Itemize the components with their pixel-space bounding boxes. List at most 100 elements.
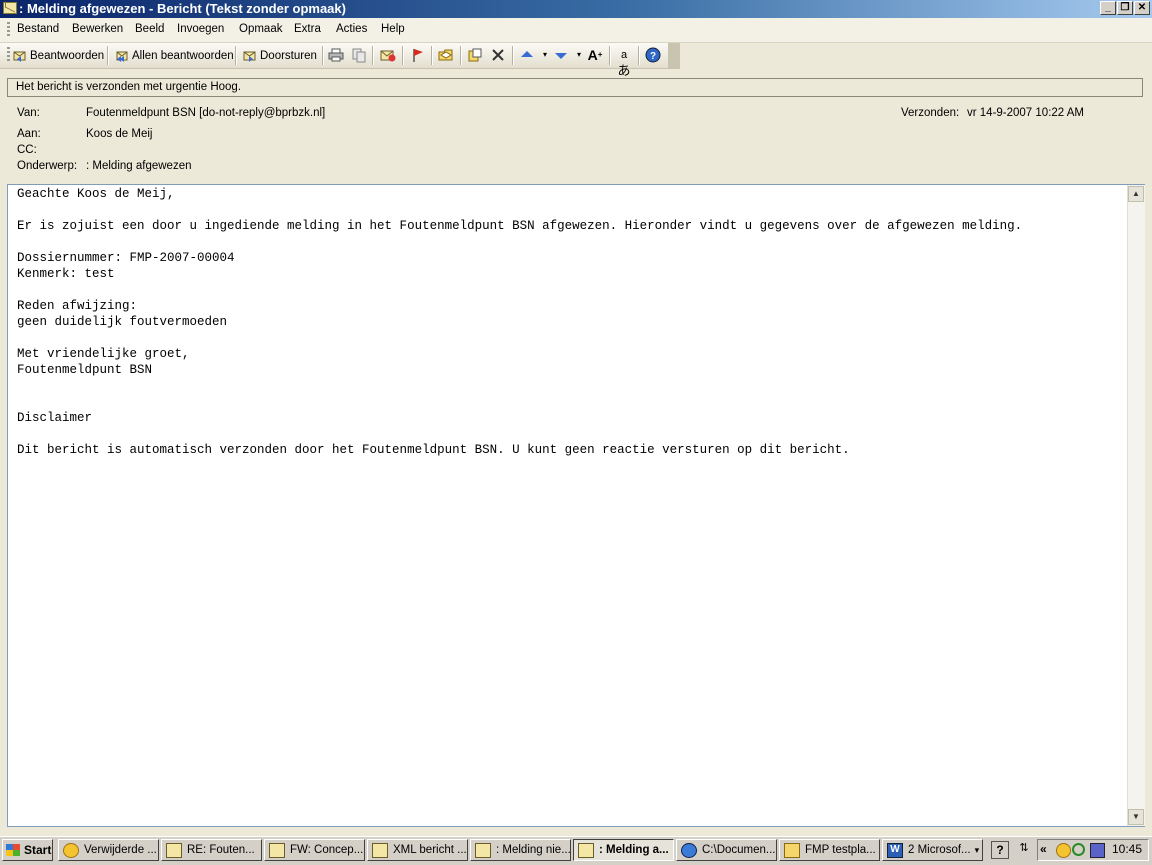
translate-icon[interactable]: aあ	[616, 47, 632, 78]
previous-dropdown-icon[interactable]: ▾	[537, 47, 553, 63]
menu-invoegen[interactable]: Invoegen	[177, 23, 224, 35]
reply-icon	[13, 49, 27, 63]
mark-unread-icon[interactable]	[380, 47, 396, 63]
restore-button[interactable]: ❐	[1117, 1, 1133, 15]
forward-label: Doorsturen	[260, 49, 317, 62]
scroll-up-icon[interactable]: ▲	[1128, 186, 1144, 202]
reply-label: Beantwoorden	[30, 49, 105, 62]
taskbar-item-active[interactable]: : Melding a...	[573, 839, 674, 861]
menu-help[interactable]: Help	[381, 23, 405, 35]
taskbar-item-label: FW: Concep...	[290, 844, 364, 856]
taskbar-item-label: RE: Fouten...	[187, 844, 255, 856]
toolbar-separator	[609, 46, 611, 65]
taskbar-item[interactable]: C:\Documen...	[676, 839, 777, 861]
internet-explorer-icon	[681, 842, 697, 858]
menu-extra[interactable]: Extra	[294, 23, 321, 35]
toolbar-separator	[322, 46, 324, 65]
taskbar-item[interactable]: RE: Fouten...	[161, 839, 262, 861]
svg-text:?: ?	[650, 51, 656, 62]
taskbar-item[interactable]: Verwijderde ...	[58, 839, 159, 861]
cc-label: CC:	[17, 144, 37, 156]
windows-logo-icon	[6, 844, 20, 856]
network-tray-icon[interactable]: ⇅	[1016, 841, 1032, 859]
message-body[interactable]: Geachte Koos de Meij, Er is zojuist een …	[17, 186, 1022, 458]
toolbar-separator	[372, 46, 374, 65]
taskbar-item-label: : Melding a...	[599, 844, 669, 856]
flag-icon[interactable]	[410, 47, 426, 63]
tray-reminder-icon[interactable]	[1056, 843, 1071, 858]
info-bar-text: Het bericht is verzonden met urgentie Ho…	[16, 81, 242, 93]
envelope-icon	[269, 842, 285, 858]
clock-icon	[63, 842, 79, 858]
toolbar-separator	[431, 46, 433, 65]
menu-beeld[interactable]: Beeld	[135, 23, 164, 35]
menu-bar	[0, 18, 1152, 43]
toolbar-grip[interactable]	[7, 47, 10, 63]
to-label: Aan:	[17, 128, 41, 140]
group-dropdown-icon: ▾	[974, 844, 980, 855]
help-tray-icon[interactable]: ?	[991, 841, 1009, 859]
from-value[interactable]: Foutenmeldpunt BSN [do-not-reply@bprbzk.…	[86, 107, 325, 119]
taskbar-item-label: C:\Documen...	[702, 844, 776, 856]
taskbar-item[interactable]: : Melding nie...	[470, 839, 571, 861]
scroll-down-icon[interactable]: ▼	[1128, 809, 1144, 825]
from-label: Van:	[17, 107, 40, 119]
envelope-icon	[3, 2, 17, 14]
move-icon[interactable]	[467, 47, 483, 63]
toolbar-separator	[460, 46, 462, 65]
next-item-icon[interactable]	[553, 47, 569, 63]
subject-value: : Melding afgewezen	[86, 160, 192, 172]
window-title: : Melding afgewezen - Bericht (Tekst zon…	[19, 1, 346, 16]
toolbar-separator	[638, 46, 640, 65]
sent-value: vr 14-9-2007 10:22 AM	[967, 107, 1084, 119]
close-button[interactable]: ✕	[1134, 1, 1150, 15]
toolbar-separator	[107, 46, 109, 65]
start-button[interactable]: Start	[2, 839, 53, 861]
taskbar-item[interactable]: FW: Concep...	[264, 839, 365, 861]
reply-button[interactable]: Beantwoorden	[13, 46, 104, 65]
menu-bewerken[interactable]: Bewerken	[72, 23, 123, 35]
copy-icon[interactable]	[351, 47, 367, 63]
to-value[interactable]: Koos de Meij	[86, 128, 152, 140]
reply-all-button[interactable]: Allen beantwoorden	[115, 46, 234, 65]
subject-label: Onderwerp:	[17, 160, 78, 172]
envelope-icon	[372, 842, 388, 858]
next-dropdown-icon[interactable]: ▾	[571, 47, 587, 63]
sent-label: Verzonden:	[901, 107, 960, 119]
menu-grip[interactable]	[7, 22, 10, 38]
forward-button[interactable]: Doorsturen	[243, 46, 317, 65]
toolbar-separator	[235, 46, 237, 65]
taskbar-item-label: Verwijderde ...	[84, 844, 157, 856]
help-icon[interactable]: ?	[645, 47, 661, 63]
print-icon[interactable]	[328, 47, 344, 63]
taskbar-item-label: 2 Microsof...	[908, 844, 971, 856]
folder-icon	[784, 842, 800, 858]
tray-shield-icon[interactable]	[1090, 843, 1105, 858]
clock: 10:45	[1112, 842, 1143, 856]
delete-icon[interactable]	[490, 47, 506, 63]
forward-icon	[243, 49, 257, 63]
taskbar-item[interactable]: XML bericht ...	[367, 839, 468, 861]
taskbar-item-label: FMP testpla...	[805, 844, 876, 856]
taskbar-item[interactable]: W 2 Microsof... ▾	[882, 839, 983, 861]
taskbar-item[interactable]: FMP testpla...	[779, 839, 880, 861]
toolbar-overflow-button[interactable]	[668, 43, 680, 68]
envelope-icon	[578, 842, 594, 858]
menu-bestand[interactable]: Bestand	[17, 23, 59, 35]
font-size-icon[interactable]: A+	[587, 47, 603, 63]
tray-search-icon[interactable]	[1072, 843, 1085, 856]
envelope-icon	[475, 842, 491, 858]
start-label: Start	[24, 843, 52, 857]
tray-expand-icon[interactable]: «	[1040, 842, 1047, 856]
open-folder-icon[interactable]	[438, 47, 454, 63]
toolbar-separator	[512, 46, 514, 65]
taskbar-item-label: XML bericht ...	[393, 844, 467, 856]
word-icon: W	[887, 842, 903, 858]
minimize-button[interactable]: _	[1100, 1, 1116, 15]
menu-opmaak[interactable]: Opmaak	[239, 23, 282, 35]
menu-acties[interactable]: Acties	[336, 23, 367, 35]
previous-item-icon[interactable]	[519, 47, 535, 63]
toolbar-separator	[402, 46, 404, 65]
taskbar-item-label: : Melding nie...	[496, 844, 571, 856]
vertical-scrollbar[interactable]	[1127, 185, 1145, 826]
